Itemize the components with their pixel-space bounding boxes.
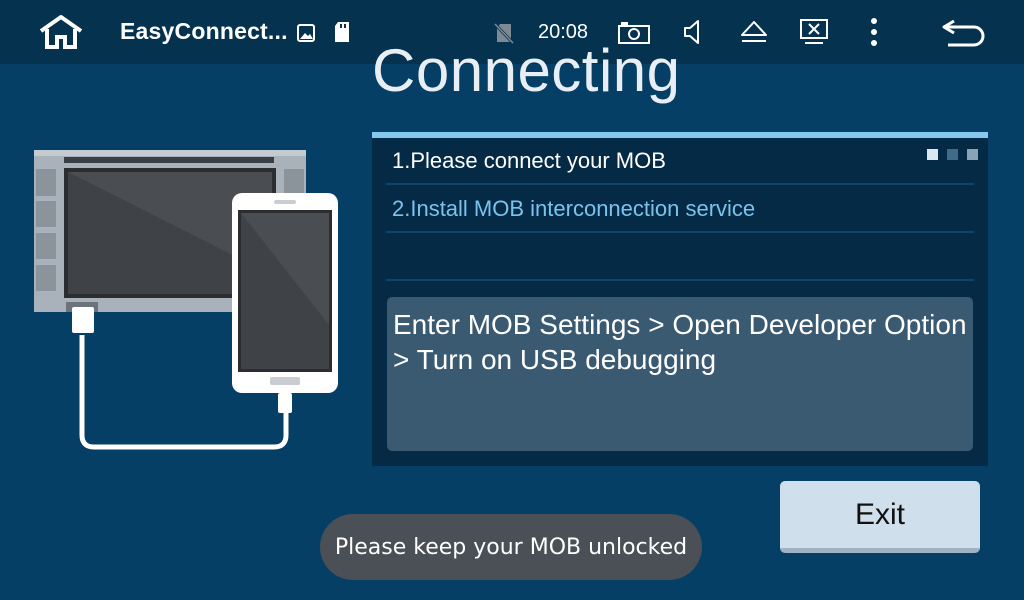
page-indicator <box>927 149 978 160</box>
page-indicator-dot <box>927 149 938 160</box>
sd-card-icon <box>332 20 352 44</box>
step-install-label: 2.Install MOB interconnection service <box>392 195 756 221</box>
more-vert-icon[interactable] <box>864 16 884 48</box>
page-indicator-dot <box>947 149 958 160</box>
page-indicator-dot <box>967 149 978 160</box>
step-install-service: 2.Install MOB interconnection service <box>386 186 974 233</box>
exit-button[interactable]: Exit <box>780 481 980 553</box>
steps-panel: 1.Please connect your MOB 2.Install MOB … <box>372 132 988 466</box>
step-empty <box>386 234 974 281</box>
eject-icon[interactable] <box>738 18 770 46</box>
image-icon <box>296 23 316 43</box>
home-icon[interactable] <box>36 14 86 50</box>
toast-message: Please keep your MOB unlocked <box>320 514 702 580</box>
app-title: EasyConnect... <box>120 18 288 44</box>
connection-illustration <box>34 150 338 450</box>
volume-icon[interactable] <box>681 18 705 46</box>
step-connect-label: 1.Please connect your MOB <box>392 147 666 173</box>
step-connect: 1.Please connect your MOB <box>386 138 974 185</box>
page-title: Connecting <box>372 37 681 104</box>
instruction-text: Enter MOB Settings > Open Developer Opti… <box>387 297 973 451</box>
close-window-icon[interactable] <box>798 17 830 47</box>
back-icon[interactable] <box>938 16 990 48</box>
